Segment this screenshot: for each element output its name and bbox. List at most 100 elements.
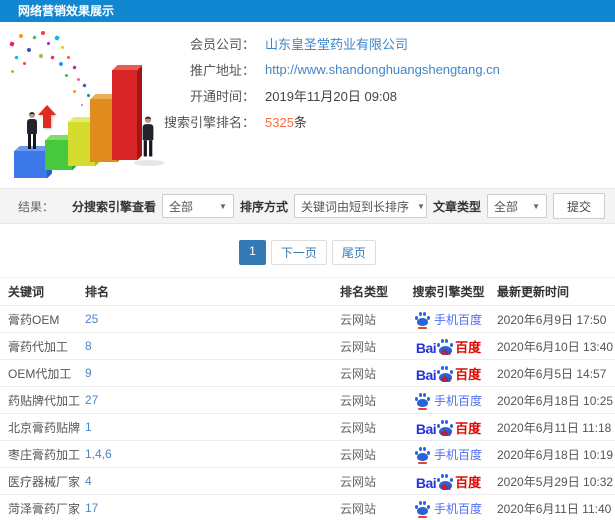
update-time-cell: 2020年6月11日 11:40	[497, 501, 612, 516]
header-rank-type: 排名类型	[340, 285, 389, 299]
company-link[interactable]: 山东皇圣堂药业有限公司	[265, 34, 408, 53]
results-table: 关键词 排名 排名类型 搜索引擎类型 最新更新时间 膏药OEM 25 云网站 手机百度…	[0, 277, 615, 520]
header-engine-type: 搜索引擎类型	[412, 285, 485, 299]
update-time-cell: 2020年6月18日 10:25	[497, 393, 614, 408]
engine-mobile-baidu: 手机百度	[400, 392, 497, 410]
table-row: 枣庄膏药加工 1,4,6 云网站 手机百度 2020年6月18日 10:19	[0, 440, 615, 467]
company-label: 会员公司：	[189, 36, 255, 52]
rank-type-cell: 云网站	[340, 447, 377, 462]
rank-link[interactable]: 1	[85, 420, 92, 434]
table-header-row: 关键词 排名 排名类型 搜索引擎类型 最新更新时间	[0, 277, 615, 305]
engine-filter-label: 分搜索引擎查看	[71, 199, 156, 214]
table-row: 药贴牌代加工 27 云网站 手机百度 2020年6月18日 10:25	[0, 386, 615, 413]
rank-type-cell: 云网站	[340, 474, 377, 489]
info-row-open-time: 开通时间： 2019年11月20日 09:08	[155, 82, 500, 108]
article-type-filter-label: 文章类型	[432, 199, 481, 214]
engine-mobile-baidu: 手机百度	[400, 311, 497, 329]
sort-filter-label: 排序方式	[239, 199, 288, 214]
update-time-cell: 2020年6月9日 17:50	[497, 312, 607, 327]
baidu-paw-icon: du	[437, 365, 454, 384]
filter-bar: 结果： 分搜索引擎查看 全部 ▼ 排序方式 关键词由短到长排序 ▼ 文章类型 全部 ▼…	[0, 188, 615, 224]
promotion-url-link[interactable]: http://www.shandonghuangshengtang.cn	[265, 62, 500, 77]
filter-group: 分搜索引擎查看 全部 ▼ 排序方式 关键词由短到长排序 ▼ 文章类型 全部 ▼ 提交	[72, 193, 605, 219]
table-row: 北京膏药贴牌 1 云网站 Bai du 百度 2020年6月11日 11:18	[0, 413, 615, 440]
info-row-company: 会员公司： 山东皇圣堂药业有限公司	[155, 30, 500, 56]
engine-baidu-logo: Bai du 百度	[415, 338, 482, 357]
open-time-label: 开通时间：	[189, 88, 255, 104]
update-time-cell: 2020年6月5日 14:57	[497, 366, 607, 381]
info-row-rank-count: 搜索引擎排名： 5325条	[155, 108, 500, 134]
article-type-select[interactable]: 全部 ▼	[486, 194, 547, 218]
header-keyword: 关键词	[8, 285, 45, 299]
baidu-paw-icon	[414, 501, 430, 518]
engine-mobile-baidu: 手机百度	[400, 500, 497, 518]
page-number-1[interactable]: 1	[239, 240, 266, 265]
rank-count-value: 5325条	[265, 114, 307, 130]
keyword-cell: 菏泽膏药厂家	[8, 501, 81, 516]
header-update-time: 最新更新时间	[497, 285, 570, 299]
growth-arrow-icon	[38, 105, 56, 128]
next-page-button[interactable]: 下一页	[270, 240, 327, 265]
rank-cell: 1,4,6	[85, 447, 340, 461]
table-row: OEM代加工 9 云网站 Bai du 百度 2020年6月5日 14:57	[0, 359, 615, 386]
baidu-paw-icon	[414, 447, 430, 464]
table-row: 膏药OEM 25 云网站 手机百度 2020年6月9日 17:50	[0, 305, 615, 332]
keyword-cell: 医疗器械厂家	[8, 474, 81, 489]
mobile-baidu-label: 手机百度	[433, 312, 482, 327]
engine-baidu-logo: Bai du 百度	[415, 419, 482, 438]
header-rank: 排名	[85, 285, 110, 299]
page: 网络营销效果展示 会员公司： 山东皇圣堂药业有限公司 推广地址： http://…	[0, 0, 615, 520]
rank-cell: 25	[85, 312, 340, 326]
chevron-down-icon: ▼	[219, 201, 227, 211]
engine-filter-select[interactable]: 全部 ▼	[161, 194, 234, 218]
company-info-panel: 会员公司： 山东皇圣堂药业有限公司 推广地址： http://www.shand…	[155, 30, 500, 134]
chevron-down-icon: ▼	[532, 201, 540, 211]
rank-cell: 9	[85, 366, 340, 380]
rank-link[interactable]: 25	[85, 312, 98, 326]
baidu-paw-icon: du	[437, 338, 454, 357]
table-row: 医疗器械厂家 4 云网站 Bai du 百度 2020年5月29日 10:32	[0, 467, 615, 494]
update-time-cell: 2020年6月11日 11:18	[497, 420, 612, 435]
engine-mobile-baidu: 手机百度	[400, 446, 497, 464]
info-section: 会员公司： 山东皇圣堂药业有限公司 推广地址： http://www.shand…	[0, 22, 615, 188]
rank-type-cell: 云网站	[340, 312, 377, 327]
rank-type-cell: 云网站	[340, 393, 377, 408]
pagination: 1 下一页 尾页	[0, 240, 615, 265]
keyword-cell: OEM代加工	[8, 366, 72, 381]
rank-cell: 17	[85, 501, 340, 515]
table-row: 膏药代加工 8 云网站 Bai du 百度 2020年6月10日 13:40	[0, 332, 615, 359]
update-time-cell: 2020年6月10日 13:40	[497, 339, 614, 354]
keyword-cell: 枣庄膏药加工	[8, 447, 81, 462]
baidu-paw-icon	[414, 393, 430, 410]
submit-button[interactable]: 提交	[552, 193, 605, 219]
bar-red	[112, 70, 137, 160]
rank-cell: 27	[85, 393, 340, 407]
rank-type-cell: 云网站	[340, 501, 377, 516]
rank-cell: 8	[85, 339, 340, 353]
rank-link[interactable]: 17	[85, 501, 98, 515]
rank-count-label: 搜索引擎排名：	[163, 114, 255, 130]
engine-baidu-logo: Bai du 百度	[415, 473, 482, 492]
mobile-baidu-label: 手机百度	[433, 501, 482, 516]
baidu-paw-icon: du	[437, 419, 454, 438]
sort-filter-select[interactable]: 关键词由短到长排序 ▼	[293, 194, 427, 218]
update-time-cell: 2020年6月18日 10:19	[497, 447, 614, 462]
rank-link[interactable]: 27	[85, 393, 98, 407]
baidu-paw-icon	[414, 312, 430, 329]
rank-type-cell: 云网站	[340, 420, 377, 435]
table-body: 膏药OEM 25 云网站 手机百度 2020年6月9日 17:50 膏药代加工 8 云网站 Ba…	[0, 305, 615, 520]
open-time-value: 2019年11月20日 09:08	[265, 88, 398, 104]
baidu-paw-icon: du	[437, 473, 454, 492]
rank-link[interactable]: 4	[85, 474, 92, 488]
keyword-cell: 膏药OEM	[8, 312, 60, 327]
url-label: 推广地址：	[189, 62, 255, 78]
rank-link[interactable]: 9	[85, 366, 92, 380]
rank-link[interactable]: 1,4,6	[85, 447, 112, 461]
rank-cell: 4	[85, 474, 340, 488]
last-page-button[interactable]: 尾页	[331, 240, 376, 265]
table-row: 菏泽膏药厂家 17 云网站 手机百度 2020年6月11日 11:40	[0, 494, 615, 520]
rank-link[interactable]: 8	[85, 339, 92, 353]
mobile-baidu-label: 手机百度	[433, 447, 482, 462]
mobile-baidu-label: 手机百度	[433, 393, 482, 408]
info-row-url: 推广地址： http://www.shandonghuangshengtang.…	[155, 56, 500, 82]
